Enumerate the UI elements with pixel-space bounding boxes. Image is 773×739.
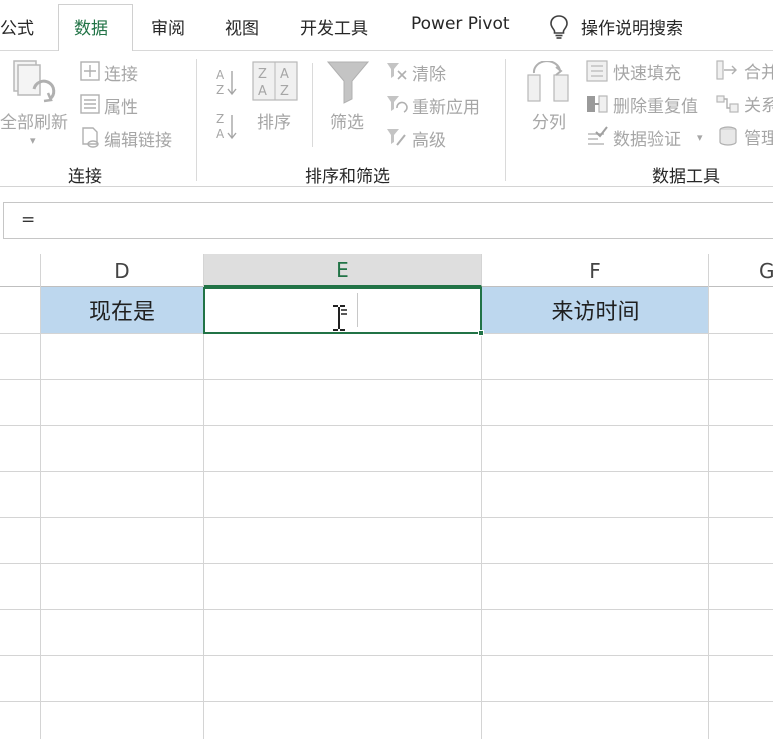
properties-icon — [80, 94, 100, 114]
cell-f1[interactable]: 来访时间 — [482, 287, 709, 333]
tab-formulas[interactable]: 公式 — [0, 14, 34, 39]
data-validation-icon — [588, 126, 608, 145]
flash-fill-icon — [586, 60, 608, 82]
data-tools-group-label: 数据工具 — [652, 167, 720, 187]
sort-a-to-z-icon[interactable]: A Z — [216, 67, 238, 97]
column-header-d[interactable]: D — [41, 254, 204, 287]
filter-button[interactable]: 筛选 — [330, 108, 364, 133]
consolidate-button[interactable]: 合并 — [744, 58, 773, 83]
edit-links-icon — [82, 127, 99, 148]
filter-icon — [326, 61, 370, 104]
sort-filter-group-label: 排序和筛选 — [305, 167, 390, 187]
reapply-icon — [387, 96, 408, 113]
advanced-filter-icon — [387, 129, 406, 146]
column-header-g[interactable]: G — [709, 254, 773, 287]
grid-line — [0, 655, 773, 656]
flash-fill-button[interactable]: 快速填充 — [613, 59, 681, 84]
grid-line — [0, 563, 773, 564]
column-header-f[interactable]: F — [482, 254, 709, 287]
properties-button[interactable]: 属性 — [104, 93, 138, 118]
svg-text:A: A — [258, 84, 267, 99]
sort-button[interactable]: 排序 — [257, 108, 291, 133]
grid-line — [481, 287, 482, 739]
ribbon-tabs: 公式 数据 审阅 视图 开发工具 Power Pivot 操作说明搜索 — [0, 0, 773, 52]
svg-text:Z: Z — [216, 83, 224, 97]
tab-review[interactable]: 审阅 — [151, 14, 185, 39]
column-headers: D E F G — [0, 254, 773, 287]
tab-data[interactable]: 数据 — [74, 14, 108, 39]
svg-text:A: A — [216, 68, 225, 82]
advanced-button[interactable]: 高级 — [412, 126, 446, 151]
grid-line — [0, 701, 773, 702]
clear-button[interactable]: 清除 — [412, 60, 446, 85]
ribbon: 全部刷新 ▾ 连接 属性 编辑链接 连接 A Z Z A Z A A Z 排序 — [0, 51, 773, 187]
svg-text:A: A — [280, 67, 289, 82]
cell-d1[interactable]: 现在是 — [41, 287, 203, 333]
refresh-all-icon — [13, 60, 56, 103]
ibeam-cursor-icon — [333, 305, 347, 331]
clear-filter-icon — [387, 63, 407, 80]
consolidate-icon — [716, 60, 737, 80]
remove-duplicates-button[interactable]: 删除重复值 — [613, 92, 698, 117]
relationships-icon — [716, 95, 739, 113]
sort-icon: Z A A Z — [252, 61, 298, 101]
tell-me-search[interactable]: 操作说明搜索 — [581, 14, 683, 39]
text-to-columns-button[interactable]: 分列 — [532, 108, 566, 133]
relationships-button[interactable]: 关系 — [744, 91, 773, 116]
reapply-button[interactable]: 重新应用 — [412, 93, 480, 118]
connections-button[interactable]: 连接 — [104, 60, 138, 85]
refresh-all-button[interactable]: 全部刷新 — [0, 108, 68, 133]
svg-text:Z: Z — [216, 112, 224, 126]
column-header-e[interactable]: E — [204, 254, 482, 287]
group-divider — [505, 59, 506, 181]
svg-text:Z: Z — [258, 67, 267, 82]
formula-bar-area: = — [0, 187, 773, 254]
group-divider — [196, 59, 197, 181]
chevron-down-icon[interactable]: ▾ — [697, 131, 703, 144]
svg-text:Z: Z — [280, 84, 289, 99]
worksheet-grid[interactable]: 现在是 来访时间 — [0, 287, 773, 739]
formula-bar-value: = — [21, 210, 36, 230]
connections-group-label: 连接 — [68, 167, 102, 187]
remove-duplicates-icon — [587, 95, 608, 113]
grid-line — [0, 425, 773, 426]
sort-z-to-a-icon[interactable]: Z A — [216, 111, 238, 141]
manage-button[interactable]: 管理 — [744, 124, 773, 149]
grid-line — [0, 609, 773, 610]
tab-developer[interactable]: 开发工具 — [300, 14, 368, 39]
lightbulb-icon[interactable] — [548, 14, 570, 40]
fill-handle[interactable] — [478, 330, 484, 336]
grid-line — [0, 379, 773, 380]
svg-text:A: A — [216, 127, 225, 141]
grid-line — [0, 517, 773, 518]
grid-line — [0, 471, 773, 472]
edit-links-button[interactable]: 编辑链接 — [104, 126, 172, 151]
connections-icon — [80, 61, 100, 81]
text-to-columns-icon — [527, 61, 569, 102]
manage-data-model-icon — [719, 126, 737, 146]
chevron-down-icon[interactable]: ▾ — [30, 134, 36, 147]
data-validation-button[interactable]: 数据验证 — [613, 125, 681, 150]
formula-bar[interactable]: = — [3, 202, 773, 239]
text-caret — [357, 293, 358, 327]
row-header-corner — [0, 254, 41, 287]
tab-view[interactable]: 视图 — [225, 14, 259, 39]
tab-power-pivot[interactable]: Power Pivot — [411, 14, 510, 34]
grid-line — [708, 287, 709, 739]
inner-divider — [312, 63, 313, 147]
grid-line — [203, 287, 204, 739]
grid-line — [40, 287, 41, 739]
